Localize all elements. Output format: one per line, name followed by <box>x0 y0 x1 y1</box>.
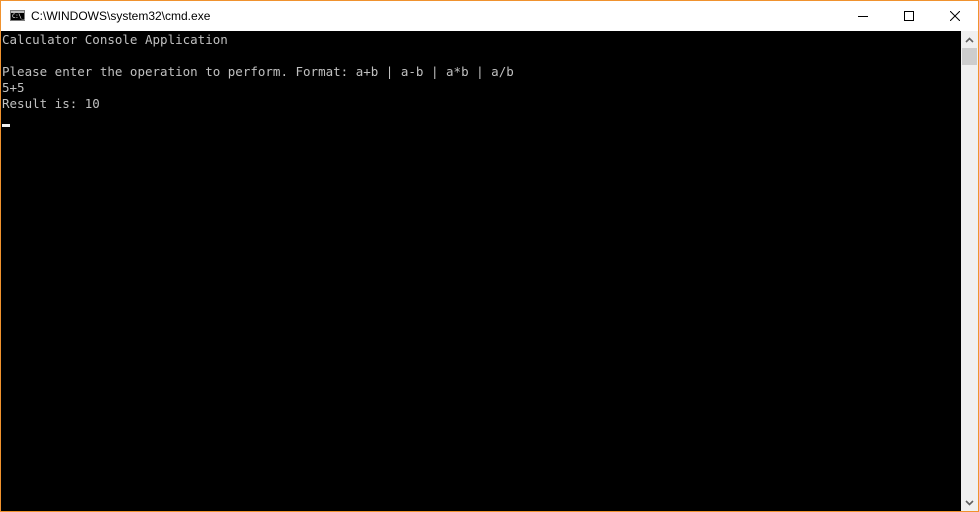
console-line: Calculator Console Application <box>2 32 228 47</box>
cmd-icon[interactable]: C:\_ <box>10 10 25 21</box>
console-line: Result is: 10 <box>2 96 100 111</box>
close-icon <box>950 11 960 21</box>
chevron-down-icon <box>965 499 974 506</box>
cmd-window: C:\_ C:\WINDOWS\system32\cmd.exe Calcula… <box>0 0 979 512</box>
minimize-icon <box>858 16 868 17</box>
scrollbar-thumb[interactable] <box>962 48 977 65</box>
close-button[interactable] <box>932 1 978 31</box>
text-cursor <box>2 124 10 127</box>
maximize-icon <box>904 11 914 21</box>
console-line: 5+5 <box>2 80 25 95</box>
console-output[interactable]: Calculator Console Application Please en… <box>1 31 961 511</box>
minimize-button[interactable] <box>840 1 886 31</box>
window-title: C:\WINDOWS\system32\cmd.exe <box>31 9 211 23</box>
chevron-up-icon <box>965 36 974 43</box>
scroll-down-button[interactable] <box>961 494 978 511</box>
title-bar[interactable]: C:\_ C:\WINDOWS\system32\cmd.exe <box>1 1 978 31</box>
scroll-up-button[interactable] <box>961 31 978 48</box>
vertical-scrollbar[interactable] <box>961 31 978 511</box>
console-line: Please enter the operation to perform. F… <box>2 64 514 79</box>
maximize-button[interactable] <box>886 1 932 31</box>
